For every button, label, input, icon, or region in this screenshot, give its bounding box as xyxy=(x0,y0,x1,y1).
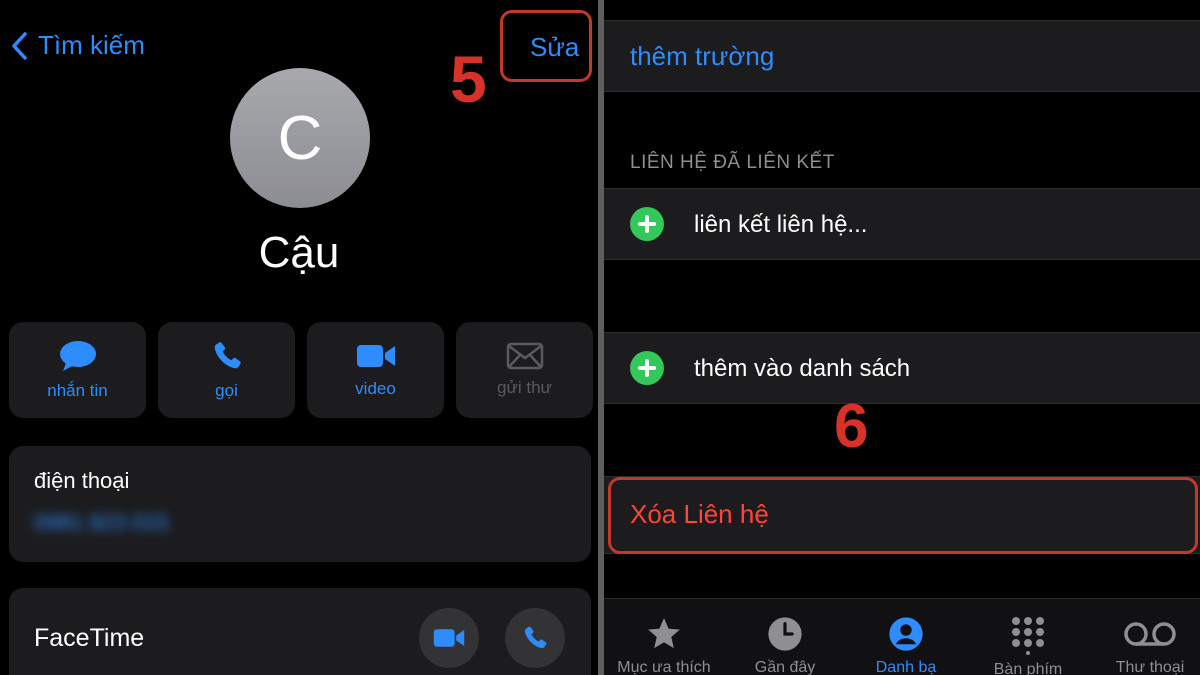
phone-icon xyxy=(524,626,547,649)
tab-voicemail-label: Thư thoại xyxy=(1115,659,1185,675)
step-marker-5: 5 xyxy=(450,42,487,116)
video-button[interactable]: video xyxy=(307,322,444,418)
mail-label: gửi thư xyxy=(497,378,552,397)
message-button[interactable]: nhắn tin xyxy=(9,322,146,418)
add-field-row[interactable]: thêm trường xyxy=(604,20,1200,92)
call-button[interactable]: gọi xyxy=(158,322,295,418)
person-icon xyxy=(889,617,923,651)
contact-name: Cậu xyxy=(258,228,340,277)
contact-detail-screen: Tìm kiếm 5 Sửa C Cậu nhắn tin gọi video xyxy=(0,0,598,675)
add-field-label: thêm trường xyxy=(630,41,775,71)
tab-keypad-label: Bàn phím xyxy=(993,661,1063,675)
edit-button[interactable]: Sửa xyxy=(530,32,579,63)
star-icon xyxy=(648,618,680,649)
tab-contacts-label: Danh bạ xyxy=(875,659,937,675)
tab-recents[interactable]: Gần đây xyxy=(720,615,850,675)
facetime-audio-button[interactable] xyxy=(505,608,565,668)
facetime-title: FaceTime xyxy=(34,624,145,652)
link-contact-row[interactable]: liên kết liên hệ... xyxy=(604,188,1200,260)
chevron-left-icon xyxy=(12,31,27,60)
add-circle-icon xyxy=(630,207,664,241)
call-label: gọi xyxy=(215,381,238,400)
tab-favorites-label: Mục ưa thích xyxy=(617,659,711,675)
message-label: nhắn tin xyxy=(47,381,108,400)
back-button[interactable]: Tìm kiếm xyxy=(10,30,145,61)
phone-icon xyxy=(214,342,241,369)
tab-favorites[interactable]: Mục ưa thích xyxy=(604,615,729,675)
avatar-initial: C xyxy=(277,103,323,173)
phone-card[interactable]: điện thoại 0981 823 015 xyxy=(9,446,591,562)
phone-number[interactable]: 0981 823 015 xyxy=(34,510,169,536)
link-contact-label: liên kết liên hệ... xyxy=(694,211,868,238)
avatar: C xyxy=(230,68,370,208)
back-label: Tìm kiếm xyxy=(38,30,145,60)
tab-contacts[interactable]: Danh bạ xyxy=(841,615,971,675)
facetime-video-button[interactable] xyxy=(419,608,479,668)
mail-button[interactable]: gửi thư xyxy=(456,322,593,418)
facetime-card: FaceTime xyxy=(9,588,591,675)
add-circle-icon xyxy=(630,351,664,385)
tab-recents-label: Gần đây xyxy=(754,659,816,675)
voicemail-icon xyxy=(1124,622,1176,646)
tab-keypad[interactable]: Bàn phím xyxy=(963,615,1093,675)
linked-contacts-header: LIÊN HỆ ĐÃ LIÊN KẾT xyxy=(630,152,835,173)
tab-bar: Mục ưa thích Gần đây Danh bạ Bàn phím Th… xyxy=(604,598,1200,675)
video-icon xyxy=(433,629,465,647)
step-marker-6: 6 xyxy=(834,392,869,461)
add-to-list-row[interactable]: thêm vào danh sách xyxy=(604,332,1200,404)
keypad-icon xyxy=(1012,617,1044,655)
edit-contact-screen: thêm trường LIÊN HỆ ĐÃ LIÊN KẾT liên kết… xyxy=(604,0,1200,675)
mail-icon xyxy=(506,342,543,370)
add-to-list-label: thêm vào danh sách xyxy=(694,355,911,382)
message-icon xyxy=(59,341,96,371)
quick-actions: nhắn tin gọi video gửi thư xyxy=(9,322,593,418)
video-label: video xyxy=(355,379,396,398)
phone-card-title: điện thoại xyxy=(34,468,130,493)
clock-icon xyxy=(768,617,802,651)
tab-voicemail[interactable]: Thư thoại xyxy=(1085,615,1200,675)
delete-highlight-box xyxy=(608,477,1198,554)
video-icon xyxy=(356,345,395,367)
